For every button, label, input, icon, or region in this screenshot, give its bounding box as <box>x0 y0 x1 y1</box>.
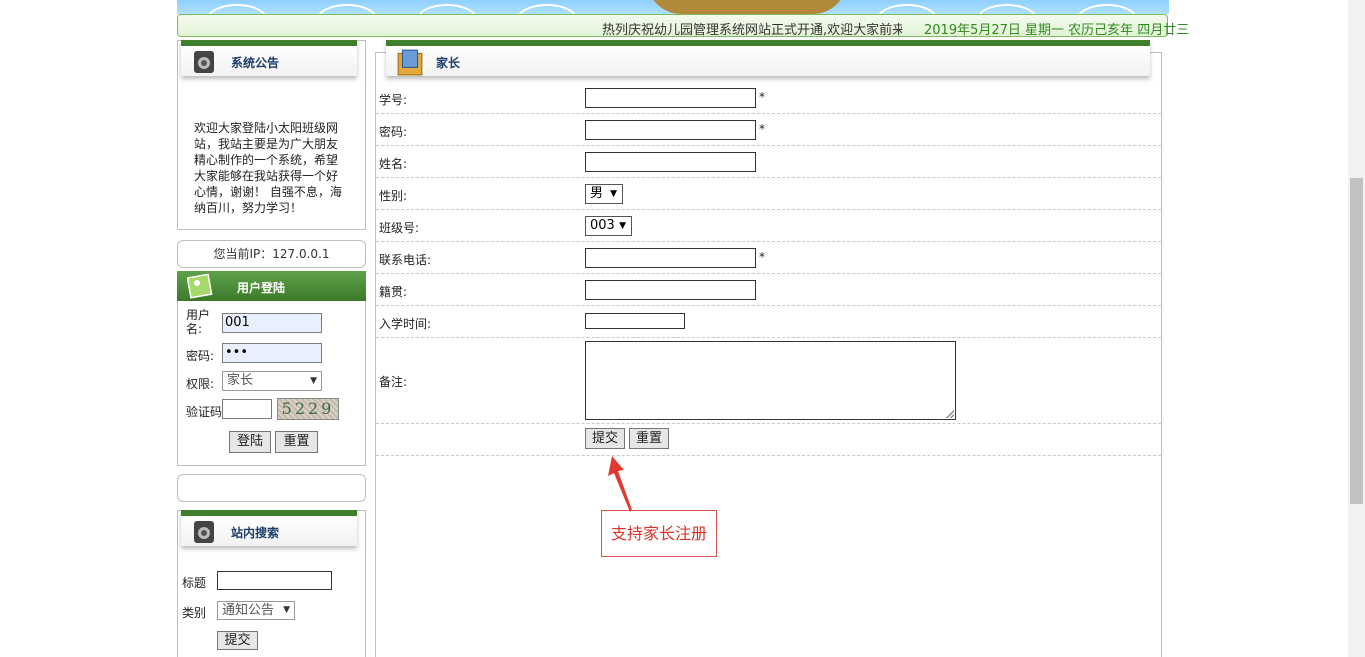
username-input[interactable]: 001 <box>222 313 322 333</box>
form-row-student-id: 学号: <box>376 82 1161 114</box>
notice-title: 系统公告 <box>231 56 280 70</box>
required-mark: * <box>759 90 765 104</box>
speaker-icon <box>194 521 214 543</box>
name-input[interactable] <box>585 152 756 172</box>
search-submit-button[interactable]: 提交 <box>217 631 258 650</box>
required-mark: * <box>759 122 765 136</box>
phone-label: 联系电话: <box>379 253 432 267</box>
search-category-label: 类别 <box>182 606 207 620</box>
form-row-name: 姓名: <box>376 146 1161 178</box>
empty-panel <box>177 474 366 502</box>
scrollbar-thumb[interactable] <box>1350 178 1363 504</box>
login-button[interactable]: 登陆 <box>229 431 271 453</box>
class-value: 003 <box>590 218 615 233</box>
form-header: 家长 <box>386 40 1150 76</box>
enroll-date-label: 入学时间: <box>379 317 432 331</box>
student-id-label: 学号: <box>379 93 408 107</box>
gender-select[interactable]: 男 ▼ <box>585 184 623 204</box>
chevron-down-icon: ▼ <box>610 189 617 199</box>
captcha-input[interactable] <box>222 399 272 419</box>
role-select[interactable]: 家长 ▼ <box>222 371 322 391</box>
chevron-down-icon: ▼ <box>283 605 290 615</box>
search-category-value: 通知公告 <box>222 603 275 618</box>
resize-handle-icon[interactable] <box>946 410 954 418</box>
form-reset-button[interactable]: 重置 <box>629 428 669 449</box>
class-select[interactable]: 003 ▼ <box>585 216 632 236</box>
speaker-icon <box>194 51 214 73</box>
search-title-input[interactable] <box>217 571 332 590</box>
banner-mascot <box>647 0 847 14</box>
ip-display: 您当前IP：127.0.0.1 <box>177 240 366 268</box>
page: 热列庆祝幼儿园管理系统网站正式开通,欢迎大家前来光临 2019年5月27日 星期… <box>0 0 1365 657</box>
form-submit-button[interactable]: 提交 <box>585 428 625 449</box>
search-title: 站内搜索 <box>231 526 280 540</box>
form-row-phone: 联系电话: <box>376 242 1161 274</box>
marquee-bar: 热列庆祝幼儿园管理系统网站正式开通,欢迎大家前来光临 2019年5月27日 星期… <box>177 14 1189 38</box>
enroll-date-input[interactable] <box>585 313 685 329</box>
name-label: 姓名: <box>379 157 408 171</box>
search-title-label: 标题 <box>182 576 207 590</box>
folder-icon <box>397 49 423 76</box>
form-row-actions <box>376 424 1161 456</box>
username-label: 用户名: <box>186 308 211 336</box>
date-display: 2019年5月27日 星期一 农历己亥年 四月廿三 <box>924 23 1190 38</box>
hometown-label: 籍贯: <box>379 285 408 299</box>
search-category-select[interactable]: 通知公告 ▼ <box>217 601 295 620</box>
student-id-input[interactable] <box>585 88 756 108</box>
gender-label: 性别: <box>379 189 408 203</box>
remark-label: 备注: <box>379 375 408 389</box>
search-header: 站内搜索 <box>181 510 357 546</box>
notice-body: 欢迎大家登陆小太阳班级网站，我站主要是为广大朋友精心制作的一个系统，希望大家能够… <box>194 121 342 215</box>
captcha-label: 验证码 <box>186 405 223 419</box>
login-header: 用户登陆 <box>177 271 366 301</box>
class-label: 班级号: <box>379 221 420 235</box>
required-mark: * <box>759 250 765 264</box>
form-row-password: 密码: <box>376 114 1161 146</box>
password-label: 密码: <box>186 349 215 363</box>
phone-input[interactable] <box>585 248 756 268</box>
chevron-down-icon: ▼ <box>619 221 626 231</box>
remark-textarea[interactable] <box>585 341 956 420</box>
role-label: 权限: <box>186 377 215 391</box>
password-input[interactable]: ••• <box>222 343 322 363</box>
notice-header: 系统公告 <box>181 40 357 76</box>
password-field-input[interactable] <box>585 120 756 140</box>
password-field-label: 密码: <box>379 125 408 139</box>
form-row-hometown: 籍贯: <box>376 274 1161 306</box>
form-title: 家长 <box>436 56 461 70</box>
annotation-arrow-icon <box>608 456 632 512</box>
picture-icon <box>187 273 213 299</box>
login-title: 用户登陆 <box>237 281 286 295</box>
login-reset-button[interactable]: 重置 <box>275 431 318 453</box>
site-banner <box>177 0 1169 14</box>
marquee-text: 热列庆祝幼儿园管理系统网站正式开通,欢迎大家前来光临 <box>602 23 902 38</box>
chevron-down-icon: ▼ <box>310 376 317 386</box>
form-row-gender: 性别: <box>376 178 1161 210</box>
captcha-image[interactable]: 5229 <box>277 398 339 420</box>
gender-value: 男 <box>590 186 604 201</box>
form-row-class: 班级号: <box>376 210 1161 242</box>
hometown-input[interactable] <box>585 280 756 300</box>
annotation-callout: 支持家长注册 <box>601 510 717 557</box>
page-scrollbar[interactable] <box>1348 0 1365 657</box>
role-select-value: 家长 <box>227 373 254 388</box>
form-row-enroll-date: 入学时间: <box>376 306 1161 338</box>
